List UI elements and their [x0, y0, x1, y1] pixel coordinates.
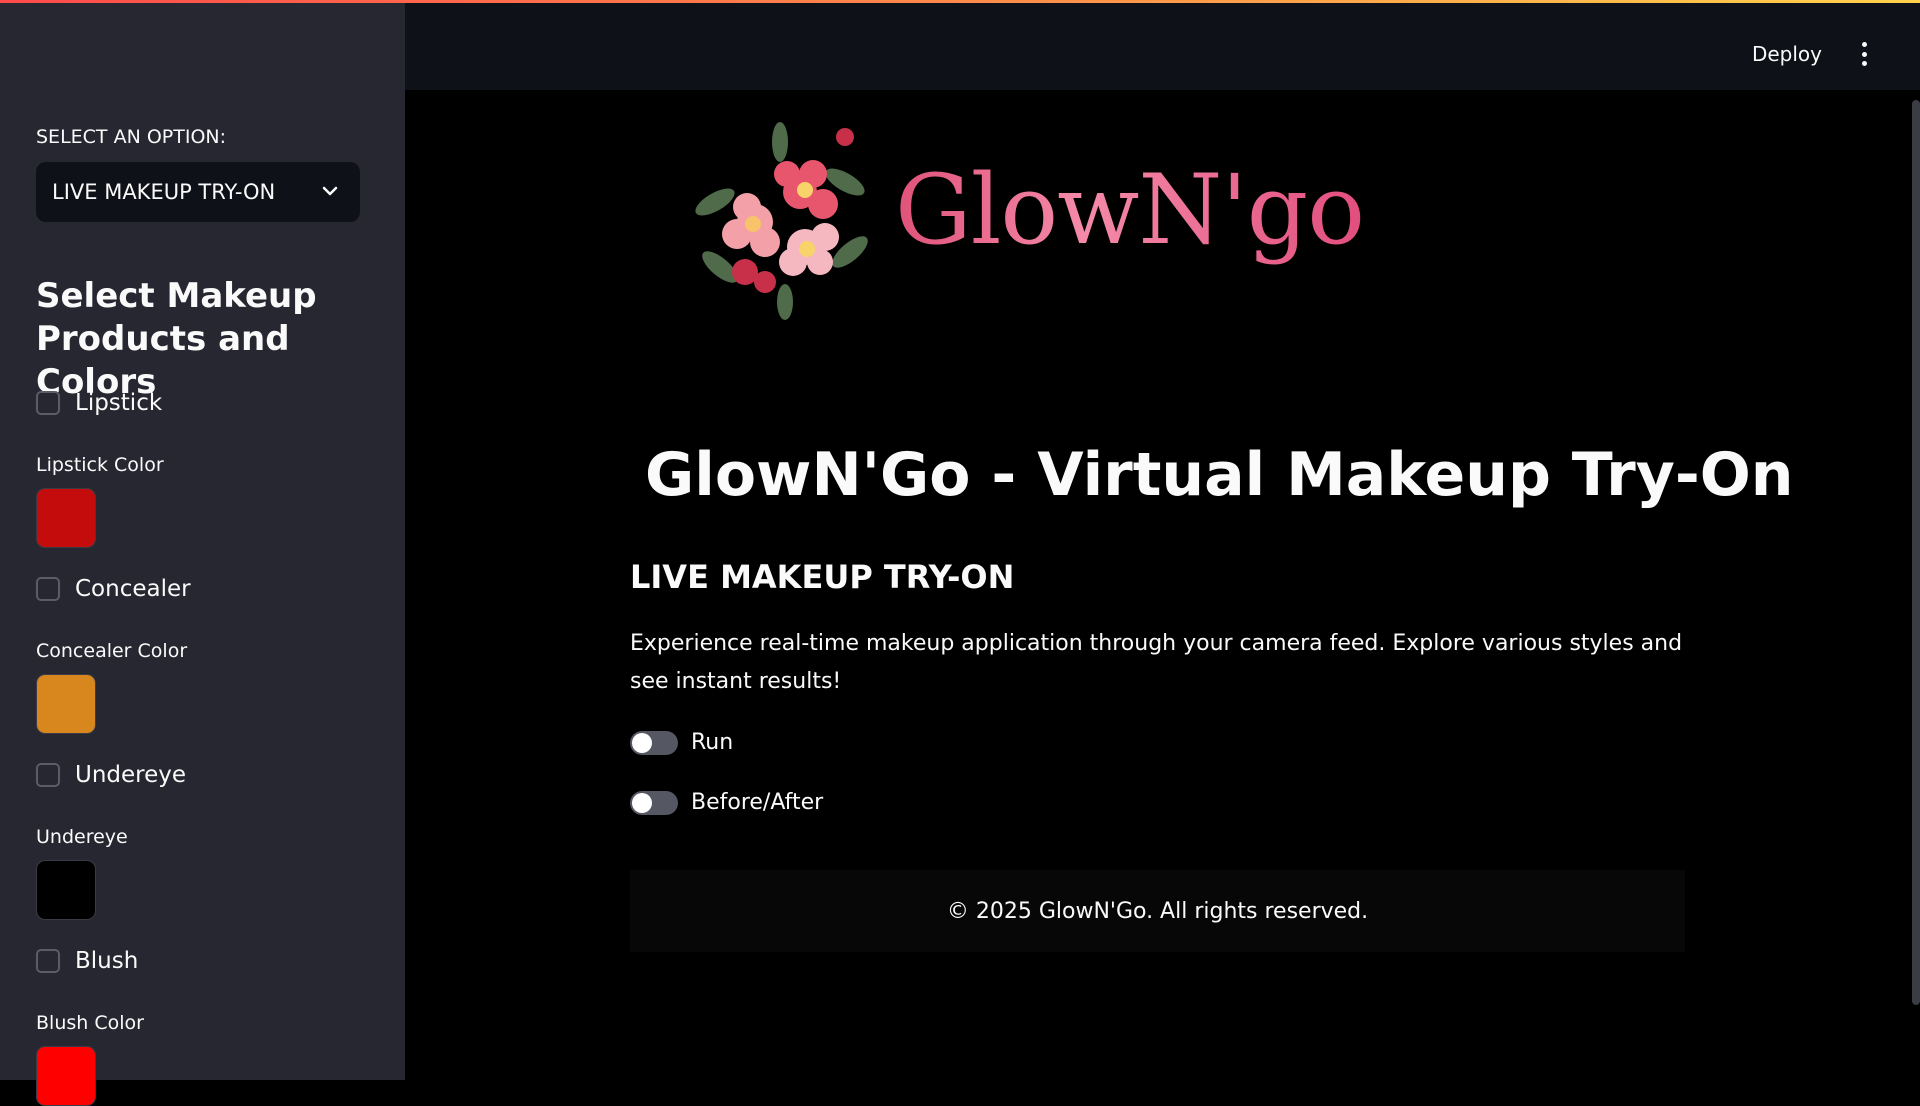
app-logo: GlowN'go: [675, 112, 1365, 322]
concealer-checkbox[interactable]: Concealer: [36, 576, 191, 602]
lipstick-color-label: Lipstick Color: [36, 454, 164, 476]
top-decoration-bar: [0, 0, 1920, 3]
deploy-button[interactable]: Deploy: [1752, 42, 1822, 66]
checkbox-label: Blush: [75, 948, 139, 974]
footer-copyright: © 2025 GlowN'Go. All rights reserved.: [946, 898, 1369, 924]
toggle-switch[interactable]: [630, 730, 678, 755]
sidebar-heading: Select Makeup Products and Colors: [36, 276, 317, 402]
blush-color-picker[interactable]: [36, 1046, 96, 1106]
flower-bouquet-icon: [695, 122, 868, 320]
chevron-down-icon: [322, 186, 338, 196]
select-option-label: SELECT AN OPTION:: [36, 126, 227, 148]
checkbox-box[interactable]: [36, 577, 60, 601]
checkbox-box[interactable]: [36, 949, 60, 973]
option-select[interactable]: LIVE MAKEUP TRY-ON: [36, 162, 360, 222]
checkbox-label: Undereye: [75, 762, 187, 788]
logo-text: GlowN'go: [895, 154, 1365, 266]
lipstick-color-picker[interactable]: [36, 488, 96, 548]
blush-checkbox[interactable]: Blush: [36, 948, 138, 974]
app-header: Deploy: [405, 0, 1920, 90]
concealer-color-picker[interactable]: [36, 674, 96, 734]
page-title: GlowN'Go - Virtual Makeup Try-On: [645, 440, 1794, 510]
before-after-toggle[interactable]: Before/After: [630, 790, 823, 815]
section-description: Experience real-time makeup application …: [630, 631, 1683, 694]
toggle-label: Run: [691, 730, 734, 755]
blush-color-label: Blush Color: [36, 1012, 144, 1034]
undereye-checkbox[interactable]: Undereye: [36, 762, 186, 788]
undereye-color-label: Undereye: [36, 826, 128, 848]
checkbox-box[interactable]: [36, 391, 60, 415]
lipstick-checkbox[interactable]: Lipstick: [36, 390, 162, 416]
concealer-color-label: Concealer Color: [36, 640, 188, 662]
checkbox-label: Lipstick: [75, 390, 163, 416]
section-subtitle: LIVE MAKEUP TRY-ON: [630, 558, 1015, 596]
toggle-switch[interactable]: [630, 790, 678, 815]
option-select-value: LIVE MAKEUP TRY-ON: [52, 180, 276, 204]
sidebar: SELECT AN OPTION: LIVE MAKEUP TRY-ON Sel…: [0, 0, 405, 1106]
checkbox-box[interactable]: [36, 763, 60, 787]
kebab-menu-icon[interactable]: [1860, 42, 1868, 66]
toggle-label: Before/After: [691, 790, 824, 815]
checkbox-label: Concealer: [75, 576, 191, 602]
undereye-color-picker[interactable]: [36, 860, 96, 920]
main-scrollbar[interactable]: [1912, 100, 1920, 1005]
run-toggle[interactable]: Run: [630, 730, 733, 755]
footer: © 2025 GlowN'Go. All rights reserved.: [630, 870, 1685, 952]
